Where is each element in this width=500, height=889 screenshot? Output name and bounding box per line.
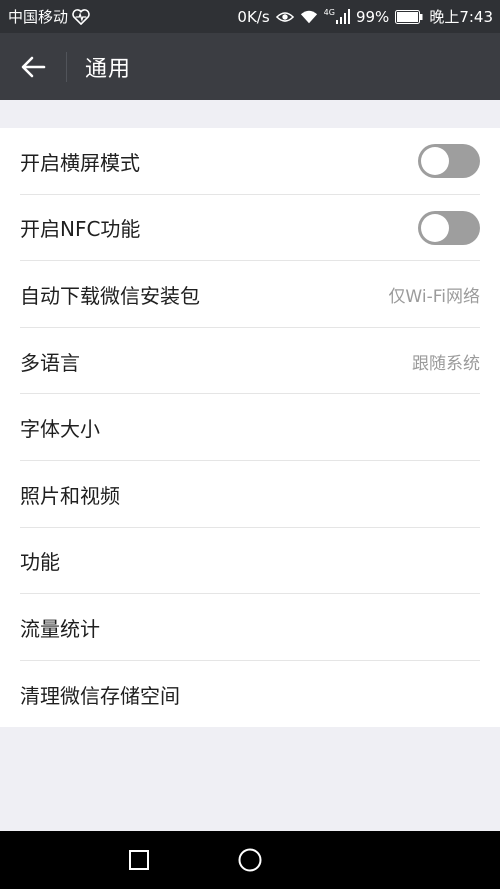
setting-label: 字体大小 (20, 417, 100, 442)
setting-language[interactable]: 多语言 跟随系统 (0, 328, 500, 395)
network-type: 4G (323, 8, 335, 17)
nfc-toggle[interactable] (418, 210, 480, 245)
setting-features[interactable]: 功能 (0, 528, 500, 595)
setting-label: 照片和视频 (20, 483, 120, 508)
setting-label: 自动下载微信安装包 (20, 283, 200, 308)
battery-percent: 99% (355, 7, 390, 26)
heart-icon (72, 8, 90, 25)
setting-font-size[interactable]: 字体大小 (0, 394, 500, 461)
setting-label: 功能 (20, 550, 60, 575)
setting-label: 多语言 (20, 350, 80, 375)
back-button[interactable] (0, 33, 66, 100)
toggle-knob (421, 213, 449, 242)
home-button[interactable] (220, 831, 280, 889)
navigation-bar (0, 831, 500, 889)
setting-label: 流量统计 (20, 616, 100, 641)
recent-apps-button[interactable] (109, 831, 169, 889)
setting-label: 开启NFC功能 (20, 217, 141, 242)
eye-icon (275, 11, 294, 22)
setting-nfc[interactable]: 开启NFC功能 (0, 195, 500, 262)
setting-auto-download[interactable]: 自动下载微信安装包 仅Wi-Fi网络 (0, 261, 500, 328)
status-bar: 中国移动 0K/s 4G 99% 晚上7:43 (0, 0, 500, 33)
setting-label: 清理微信存储空间 (20, 683, 180, 708)
setting-clear-storage[interactable]: 清理微信存储空间 (0, 661, 500, 728)
setting-landscape-mode[interactable]: 开启横屏模式 (0, 128, 500, 195)
page-title: 通用 (85, 56, 132, 82)
back-arrow-icon (21, 56, 46, 77)
setting-label: 开启横屏模式 (20, 150, 140, 175)
wifi-icon (300, 10, 317, 23)
circle-icon (238, 848, 262, 872)
setting-photos-videos[interactable]: 照片和视频 (0, 461, 500, 528)
signal-icon (335, 9, 350, 24)
clock: 晚上7:43 (429, 8, 493, 26)
network-speed: 0K/s (237, 7, 270, 26)
setting-value: 仅Wi-Fi网络 (388, 286, 480, 307)
setting-value: 跟随系统 (412, 353, 480, 374)
setting-data-usage[interactable]: 流量统计 (0, 594, 500, 661)
title-divider (66, 51, 67, 82)
square-icon (129, 850, 149, 870)
title-bar: 通用 (0, 33, 500, 100)
settings-list: 开启横屏模式 开启NFC功能 自动下载微信安装包 仅Wi-Fi网络 多语言 跟随… (0, 128, 500, 728)
battery-icon (395, 9, 423, 24)
toggle-knob (421, 147, 449, 176)
landscape-mode-toggle[interactable] (418, 144, 480, 179)
carrier-name: 中国移动 (8, 8, 69, 26)
